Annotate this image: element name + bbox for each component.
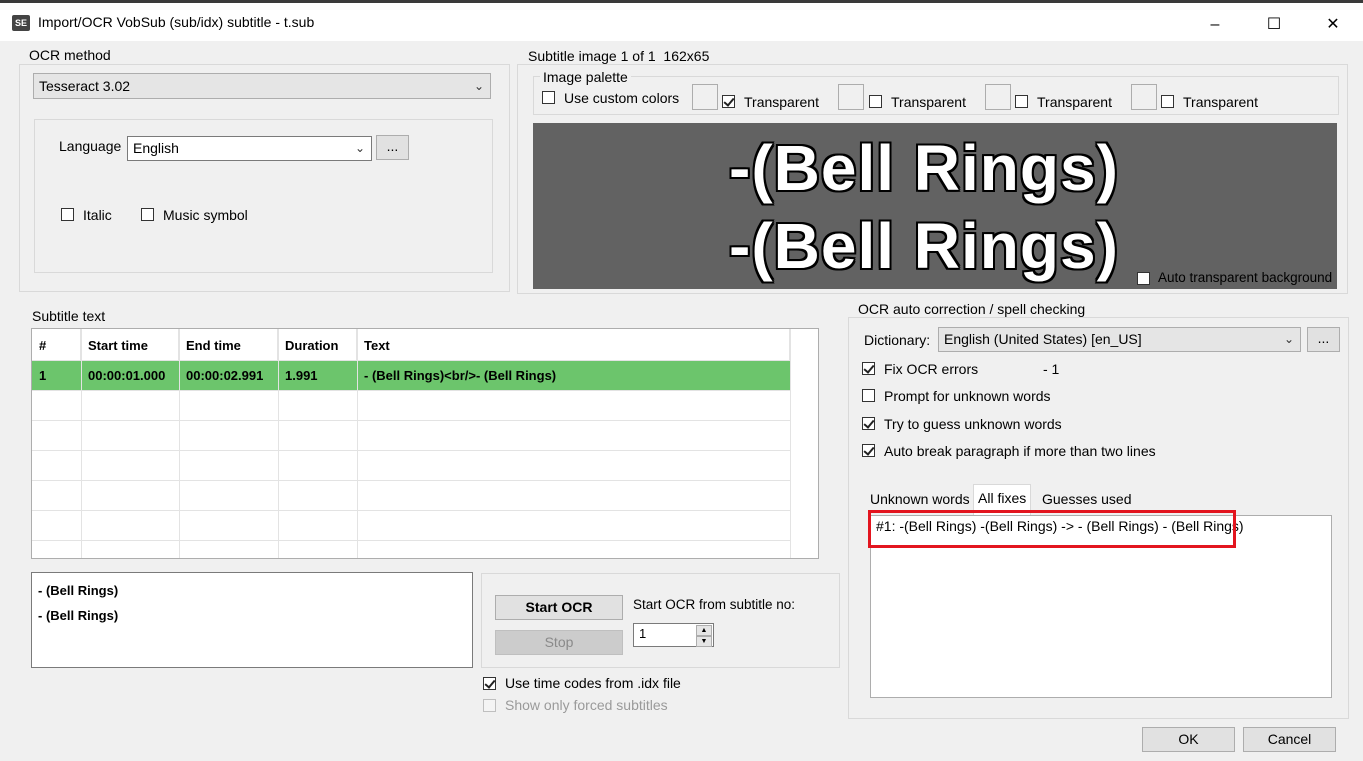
dictionary-label: Dictionary: [864, 332, 931, 348]
palette-color-2[interactable] [838, 84, 864, 110]
preview-line-2: -(Bell Rings) [729, 210, 1119, 282]
window-title: Import/OCR VobSub (sub/idx) subtitle - t… [38, 14, 315, 30]
image-palette-label: Image palette [540, 69, 631, 85]
col-header-text[interactable]: Text [357, 329, 790, 360]
col-header-number[interactable]: # [32, 329, 81, 360]
transparent-checkbox-2[interactable] [869, 95, 882, 108]
preview-line-1: -(Bell Rings) [729, 132, 1119, 204]
guess-unknown-label: Try to guess unknown words [884, 416, 1062, 432]
use-custom-colors-label: Use custom colors [564, 90, 680, 106]
app-icon: SE [12, 15, 30, 31]
image-size: 162x65 [663, 48, 710, 64]
subtitle-image-preview: -(Bell Rings) -(Bell Rings) [533, 123, 1337, 289]
language-label: Language [59, 138, 122, 154]
minimize-icon[interactable]: – [1186, 6, 1244, 44]
language-select[interactable]: English ⌄ [127, 136, 372, 161]
subtitle-text-label: Subtitle text [32, 308, 106, 324]
music-symbol-label: Music symbol [163, 207, 248, 223]
subtitle-table[interactable]: # Start time End time Duration Text 1 00… [31, 328, 819, 559]
dictionary-browse-button[interactable]: ... [1307, 327, 1340, 352]
transparent-label-3: Transparent [1037, 94, 1112, 110]
auto-break-checkbox[interactable] [862, 444, 875, 457]
show-forced-label: Show only forced subtitles [505, 697, 668, 713]
fix-ocr-label: Fix OCR errors [884, 361, 979, 377]
ok-button[interactable]: OK [1142, 727, 1235, 752]
edit-line-1: - (Bell Rings) [38, 583, 119, 598]
use-time-codes-label: Use time codes from .idx file [505, 675, 681, 691]
transparent-checkbox-4[interactable] [1161, 95, 1174, 108]
ocr-engine-select[interactable]: Tesseract 3.02 ⌄ [33, 73, 491, 99]
auto-transparent-label: Auto transparent background [1158, 270, 1333, 285]
start-from-label: Start OCR from subtitle no: [633, 597, 796, 612]
stop-button[interactable]: Stop [495, 630, 623, 655]
use-time-codes-checkbox[interactable] [483, 677, 496, 690]
close-icon[interactable]: ✕ [1304, 6, 1362, 44]
cell-duration: 1.991 [285, 368, 318, 383]
subtitle-edit-textbox[interactable]: - (Bell Rings) - (Bell Rings) [31, 572, 473, 668]
autocorrect-label: OCR auto correction / spell checking [855, 301, 1089, 317]
chevron-down-icon: ⌄ [1283, 332, 1294, 346]
dictionary-select[interactable]: English (United States) [en_US] ⌄ [938, 327, 1301, 352]
fix-ocr-checkbox[interactable] [862, 362, 875, 375]
cell-end: 00:00:02.991 [186, 368, 264, 383]
cell-number: 1 [39, 368, 47, 383]
stepper-up-icon[interactable]: ▲ [696, 625, 712, 636]
stepper-down-icon[interactable]: ▼ [696, 636, 712, 647]
palette-color-1[interactable] [692, 84, 718, 110]
fix-count: - 1 [1043, 361, 1060, 377]
cell-text: - (Bell Rings)<br/>- (Bell Rings) [364, 368, 557, 383]
music-symbol-checkbox[interactable] [141, 208, 154, 221]
col-header-duration[interactable]: Duration [278, 329, 357, 360]
use-custom-colors-checkbox[interactable] [542, 91, 555, 104]
tab-unknown-words[interactable]: Unknown words [866, 487, 974, 511]
transparent-checkbox-1[interactable] [722, 95, 735, 108]
transparent-label-1: Transparent [744, 94, 819, 110]
start-ocr-button[interactable]: Start OCR [495, 595, 623, 620]
italic-checkbox[interactable] [61, 208, 74, 221]
show-forced-checkbox[interactable] [483, 699, 496, 712]
palette-color-4[interactable] [1131, 84, 1157, 110]
title-bar: SE Import/OCR VobSub (sub/idx) subtitle … [0, 3, 1363, 41]
transparent-label-4: Transparent [1183, 94, 1258, 110]
tab-guesses-used[interactable]: Guesses used [1038, 487, 1136, 511]
auto-break-label: Auto break paragraph if more than two li… [884, 443, 1156, 459]
cell-start: 00:00:01.000 [88, 368, 166, 383]
auto-transparent-checkbox[interactable] [1137, 272, 1150, 285]
prompt-unknown-checkbox[interactable] [862, 389, 875, 402]
prompt-unknown-label: Prompt for unknown words [884, 388, 1051, 404]
start-from-stepper[interactable]: 1 ▲ ▼ [633, 623, 714, 647]
palette-color-3[interactable] [985, 84, 1011, 110]
transparent-label-2: Transparent [891, 94, 966, 110]
maximize-icon[interactable]: ☐ [1245, 6, 1303, 44]
col-header-start[interactable]: Start time [81, 329, 179, 360]
chevron-down-icon: ⌄ [473, 79, 484, 93]
italic-label: Italic [83, 207, 112, 223]
language-value: English [133, 140, 179, 156]
language-browse-button[interactable]: ... [376, 135, 409, 160]
transparent-checkbox-3[interactable] [1015, 95, 1028, 108]
ocr-engine-value: Tesseract 3.02 [39, 78, 131, 94]
chevron-down-icon: ⌄ [354, 141, 365, 155]
subtitle-image-label: Subtitle image 1 of 1 162x65 [525, 48, 713, 64]
cancel-button[interactable]: Cancel [1243, 727, 1336, 752]
edit-line-2: - (Bell Rings) [38, 608, 119, 623]
guess-unknown-checkbox[interactable] [862, 417, 875, 430]
highlight-box [868, 510, 1236, 548]
start-from-value: 1 [639, 626, 647, 641]
dictionary-value: English (United States) [en_US] [944, 331, 1142, 347]
ocr-method-label: OCR method [26, 47, 114, 63]
col-header-end[interactable]: End time [179, 329, 278, 360]
